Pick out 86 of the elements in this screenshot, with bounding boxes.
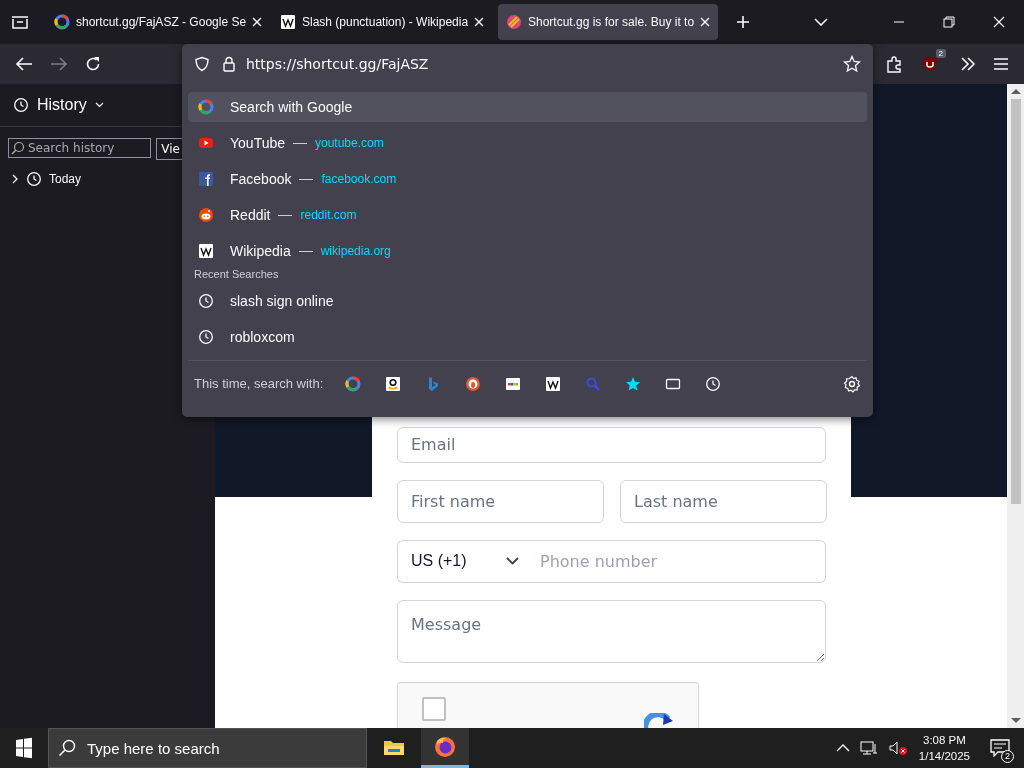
recent-search-row[interactable]: robloxcom — [188, 322, 867, 352]
muted-speaker-icon[interactable] — [887, 740, 908, 756]
clock-icon — [198, 329, 214, 345]
chevron-up-icon[interactable] — [835, 744, 850, 752]
suggestion-row[interactable]: YouTube youtube.com — [188, 128, 867, 158]
dash-separator — [293, 142, 307, 144]
chevron-right-icon[interactable] — [11, 174, 19, 184]
browser-tab[interactable]: Shortcut.gg is for sale. Buy it to — [498, 4, 718, 40]
notification-count: 2 — [1001, 750, 1014, 763]
lock-icon[interactable] — [222, 56, 236, 72]
back-arrow-icon[interactable] — [15, 56, 33, 72]
notification-icon[interactable] — [990, 739, 1010, 757]
puzzle-icon[interactable] — [885, 55, 903, 73]
clock-icon — [26, 171, 42, 187]
clock-time: 3:08 PM — [923, 733, 966, 748]
scroll-up-icon[interactable] — [1010, 89, 1021, 94]
menu-icon[interactable] — [993, 57, 1009, 71]
dash-separator — [299, 178, 314, 180]
search-icon — [11, 141, 25, 155]
email-field[interactable]: Email — [397, 427, 826, 463]
recent-search-row[interactable]: slash sign online — [188, 286, 867, 316]
search-field[interactable]: Search history — [8, 138, 152, 158]
suggestion-url: youtube.com — [315, 136, 384, 150]
plus-icon[interactable] — [736, 15, 750, 29]
google-icon[interactable] — [345, 375, 362, 392]
striped-ball-icon — [506, 14, 522, 30]
settings-icon[interactable] — [843, 374, 861, 393]
wikipedia-icon — [198, 243, 214, 259]
close-icon[interactable] — [993, 16, 1005, 28]
scroll-down-icon[interactable] — [1010, 718, 1021, 723]
close-icon[interactable] — [252, 17, 263, 27]
close-icon[interactable] — [700, 17, 711, 27]
dash-separator — [298, 250, 313, 252]
suggestion-row[interactable]: Reddit reddit.com — [188, 200, 867, 230]
tab-title: shortcut.gg/FajASZ - Google Se — [76, 15, 247, 29]
overflow-chevrons-icon[interactable] — [960, 57, 976, 71]
tab-title: Shortcut.gg is for sale. Buy it to — [528, 15, 695, 29]
sidebar-title-menu[interactable]: History — [37, 96, 87, 114]
browser-icon — [433, 734, 457, 759]
suggestion-url: reddit.com — [300, 208, 357, 222]
taskbar-app[interactable] — [421, 728, 469, 768]
footer-label: This time, search with: — [194, 376, 324, 391]
scrollbar-thumb[interactable] — [1010, 99, 1021, 504]
google-icon — [54, 14, 70, 30]
play-icon — [198, 135, 214, 151]
taskbar-search-field[interactable]: Type here to search — [48, 728, 367, 768]
close-icon[interactable] — [474, 17, 485, 27]
suggestion-url: facebook.com — [321, 172, 397, 186]
dash-separator — [278, 214, 293, 216]
wikipedia-icon[interactable] — [545, 375, 562, 392]
restore-icon[interactable] — [943, 16, 955, 28]
captcha-checkbox[interactable] — [422, 696, 446, 721]
star-outline-icon[interactable] — [843, 55, 861, 73]
amazon-icon[interactable] — [385, 375, 402, 392]
chevron-down-icon[interactable] — [814, 18, 828, 26]
clock-date: 1/14/2025 — [918, 749, 970, 764]
suggestion-row[interactable]: Wikipedia wikipedia.org — [188, 236, 867, 266]
suggestion-row[interactable]: Search with Google — [188, 92, 867, 122]
extension-badge: 2 — [935, 49, 946, 58]
clock-icon[interactable] — [705, 375, 722, 392]
suggestion-url: wikipedia.org — [320, 244, 391, 258]
reload-icon[interactable] — [85, 56, 101, 72]
clock-icon — [198, 293, 214, 309]
google-icon — [198, 99, 214, 115]
shield-outline-icon[interactable] — [194, 56, 210, 72]
browser-tab[interactable]: Slash (punctuation) - Wikipedia — [272, 4, 492, 40]
facebook-icon — [198, 171, 214, 187]
chevron-down-icon[interactable] — [94, 102, 104, 108]
network-icon[interactable] — [859, 740, 878, 756]
wikipedia-icon — [280, 14, 296, 30]
ebay-icon[interactable] — [505, 375, 522, 392]
section-heading: Recent Searches — [193, 268, 280, 280]
reddit-icon — [198, 207, 214, 223]
first-name-field[interactable]: First name — [397, 479, 604, 523]
address-field[interactable]: https://shortcut.gg/FajASZ — [246, 56, 831, 72]
search-icon — [58, 739, 76, 757]
shield-icon[interactable] — [922, 56, 938, 72]
tab-title: Slash (punctuation) - Wikipedia — [302, 15, 469, 29]
scrollbar[interactable] — [1007, 84, 1024, 728]
tab-list-icon[interactable] — [11, 14, 29, 30]
browser-tab[interactable]: shortcut.gg/FajASZ - Google Se — [46, 4, 266, 40]
clock-icon — [13, 97, 29, 113]
duck-icon[interactable] — [465, 375, 482, 392]
last-name-field[interactable]: Last name — [620, 479, 827, 523]
message-field[interactable]: Message — [397, 599, 826, 663]
star-icon[interactable] — [625, 375, 642, 392]
